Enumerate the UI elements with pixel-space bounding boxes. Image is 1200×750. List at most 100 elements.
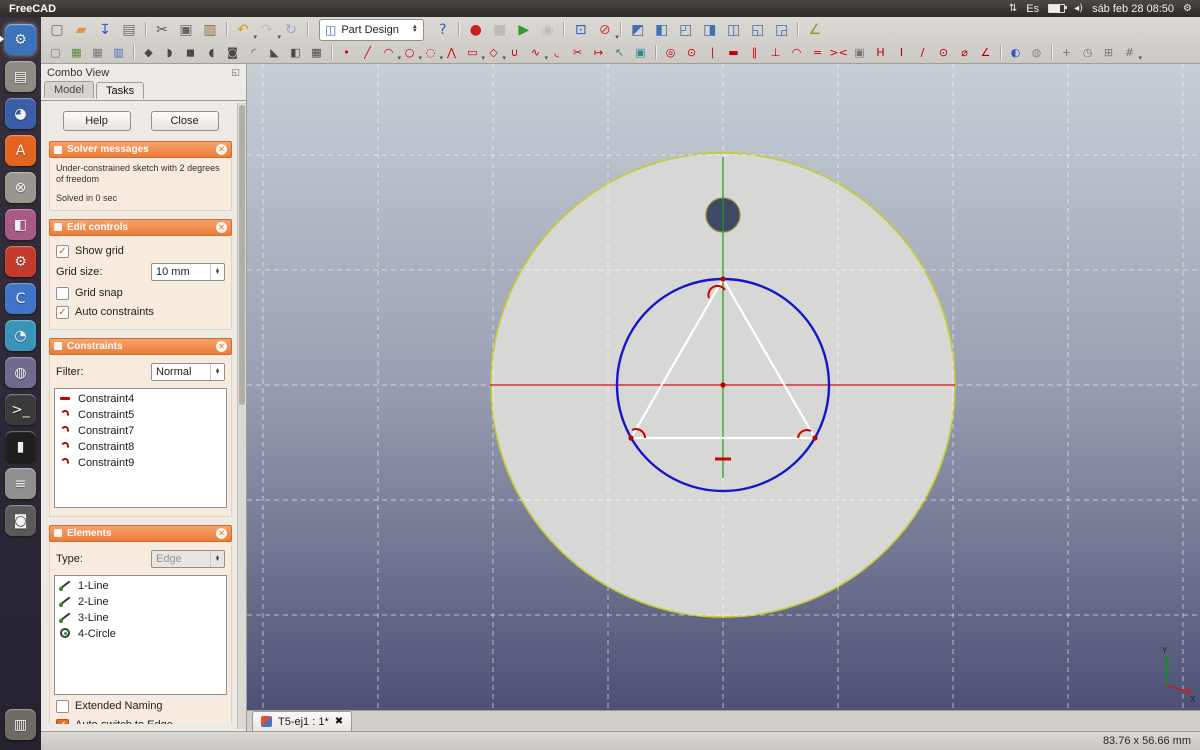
constraint-symmetric-button[interactable]: ><: [828, 43, 849, 62]
sketch-polygon-button[interactable]: ◇: [483, 43, 504, 62]
3d-viewport[interactable]: Y X: [247, 64, 1200, 710]
launcher-software[interactable]: A: [5, 135, 36, 166]
constraints-list[interactable]: Constraint4 Constraint5 Constraint7 Cons…: [54, 388, 227, 508]
sketch-arc-button[interactable]: ◠: [378, 43, 399, 62]
view-top-button[interactable]: ◰: [674, 19, 698, 41]
auto-constraints-checkbox[interactable]: Auto constraints: [56, 305, 225, 320]
battery-icon[interactable]: [1048, 4, 1065, 13]
constraint-horizontal-button[interactable]: ▬: [723, 43, 744, 62]
session-gear-icon[interactable]: ⚙: [1183, 4, 1192, 14]
combobox-arrows[interactable]: ▴▾: [210, 364, 224, 380]
keyboard-indicator-icon[interactable]: ⇅: [1009, 4, 1017, 14]
section-close-icon[interactable]: [216, 222, 227, 233]
workbench-selector[interactable]: ◫ Part Design ▲▼: [319, 19, 424, 41]
toggle-active-button[interactable]: ◍: [1026, 43, 1047, 62]
create-sketch-button[interactable]: ▦: [66, 43, 87, 62]
paste-button[interactable]: ▥: [198, 19, 222, 41]
macro-stop-button[interactable]: ■: [488, 19, 512, 41]
launcher-system-tools[interactable]: ⊗: [5, 172, 36, 203]
close-button[interactable]: Close: [151, 111, 219, 131]
draw-style-button[interactable]: ⊘: [593, 19, 617, 41]
save-button[interactable]: ↧: [93, 19, 117, 41]
tab-close-icon[interactable]: ✖: [335, 716, 343, 727]
filter-combobox[interactable]: Normal ▴▾: [151, 363, 225, 381]
grid-settings-button[interactable]: ⊞: [1098, 43, 1119, 62]
solver-messages-header[interactable]: Solver messages: [49, 141, 232, 158]
auto-switch-checkbox[interactable]: Auto-switch to Edge: [56, 718, 225, 724]
constraint-vertical-button[interactable]: ∣: [702, 43, 723, 62]
language-indicator[interactable]: Es: [1026, 3, 1039, 15]
launcher-chromium[interactable]: C: [5, 283, 36, 314]
sketch-rectangle-button[interactable]: ▭: [462, 43, 483, 62]
elements-header[interactable]: Elements: [49, 525, 232, 542]
tab-tasks[interactable]: Tasks: [96, 82, 144, 99]
constraints-header[interactable]: Constraints: [49, 338, 232, 355]
tab-model[interactable]: Model: [44, 81, 94, 98]
extended-naming-checkbox[interactable]: Extended Naming: [56, 699, 225, 714]
constraint-lock-button[interactable]: ▣: [849, 43, 870, 62]
sketch-extend-button[interactable]: ↦: [588, 43, 609, 62]
view-front-button[interactable]: ◧: [650, 19, 674, 41]
triangle-left-point[interactable]: [628, 435, 633, 440]
constraint-list-item[interactable]: Constraint5: [57, 407, 224, 423]
view-bottom-button[interactable]: ◱: [746, 19, 770, 41]
edit-controls-header[interactable]: Edit controls: [49, 219, 232, 236]
undo-button[interactable]: ↶: [231, 19, 255, 41]
sketch-conic-button[interactable]: ◌: [420, 43, 441, 62]
whats-this-button[interactable]: ?: [431, 19, 455, 41]
constraint-point-on-object-button[interactable]: ⊙: [681, 43, 702, 62]
constraint-list-item[interactable]: Constraint9: [57, 455, 224, 471]
element-list-item[interactable]: 4-Circle: [57, 626, 224, 642]
section-close-icon[interactable]: [216, 144, 227, 155]
grid-snap-checkbox[interactable]: Grid snap: [56, 286, 225, 301]
constraint-vdistance-button[interactable]: I: [891, 43, 912, 62]
view-rear-button[interactable]: ◫: [722, 19, 746, 41]
launcher-editor[interactable]: ≡: [5, 468, 36, 499]
view-right-button[interactable]: ◨: [698, 19, 722, 41]
grid-size-spinbox[interactable]: 10 mm ▴▾: [151, 263, 225, 281]
launcher-firefox[interactable]: ◕: [5, 98, 36, 129]
part-body-button[interactable]: ▢: [45, 43, 66, 62]
revolution-button[interactable]: ◗: [159, 43, 180, 62]
clock[interactable]: sáb feb 28 08:50: [1092, 3, 1174, 15]
triangle-right-point[interactable]: [812, 435, 817, 440]
undock-icon[interactable]: ◱: [231, 68, 240, 78]
launcher-terminal[interactable]: >_: [5, 394, 36, 425]
spinbox-arrows[interactable]: ▴▾: [210, 264, 224, 280]
element-list-item[interactable]: 2-Line: [57, 594, 224, 610]
zoom-fit-button[interactable]: ⊡: [569, 19, 593, 41]
sketch-polyline-button[interactable]: ⋀: [441, 43, 462, 62]
fillet-button[interactable]: ◜: [243, 43, 264, 62]
sketch-trim-button[interactable]: ✂: [567, 43, 588, 62]
pocket-button[interactable]: ◼: [180, 43, 201, 62]
elements-list[interactable]: 1-Line 2-Line 3-Line 4-Circle: [54, 575, 227, 695]
launcher-files[interactable]: ▤: [5, 61, 36, 92]
pad-button[interactable]: ◆: [138, 43, 159, 62]
view-left-button[interactable]: ◲: [770, 19, 794, 41]
element-list-item[interactable]: 1-Line: [57, 578, 224, 594]
launcher-trash[interactable]: ▥: [5, 709, 36, 740]
triangle-apex-point[interactable]: [720, 276, 725, 281]
measure-button[interactable]: ∠: [803, 19, 827, 41]
hole-button[interactable]: ◙: [222, 43, 243, 62]
snap-settings-button[interactable]: #: [1119, 43, 1140, 62]
print-button[interactable]: ▤: [117, 19, 141, 41]
constraint-list-item[interactable]: Constraint7: [57, 423, 224, 439]
pattern-button[interactable]: ▦: [306, 43, 327, 62]
constraint-distance-button[interactable]: ∕: [912, 43, 933, 62]
sketch-fillet-button[interactable]: ◟: [546, 43, 567, 62]
document-tab[interactable]: T5-ej1 : 1* ✖: [252, 711, 352, 731]
map-sketch-button[interactable]: ▥: [108, 43, 129, 62]
volume-icon[interactable]: ◂): [1074, 4, 1083, 14]
constraint-coincident-button[interactable]: ◎: [660, 43, 681, 62]
section-close-icon[interactable]: [216, 341, 227, 352]
constraint-tangent-button[interactable]: ◠: [786, 43, 807, 62]
sketch-bspline-button[interactable]: ∿: [525, 43, 546, 62]
copy-button[interactable]: ▣: [174, 19, 198, 41]
edit-sketch-button[interactable]: ▦: [87, 43, 108, 62]
panel-scrollbar[interactable]: [237, 103, 246, 729]
sketch-slot-button[interactable]: ∪: [504, 43, 525, 62]
constraint-parallel-button[interactable]: ∥: [744, 43, 765, 62]
carbon-copy-button[interactable]: ▣: [630, 43, 651, 62]
new-file-button[interactable]: ▢: [45, 19, 69, 41]
